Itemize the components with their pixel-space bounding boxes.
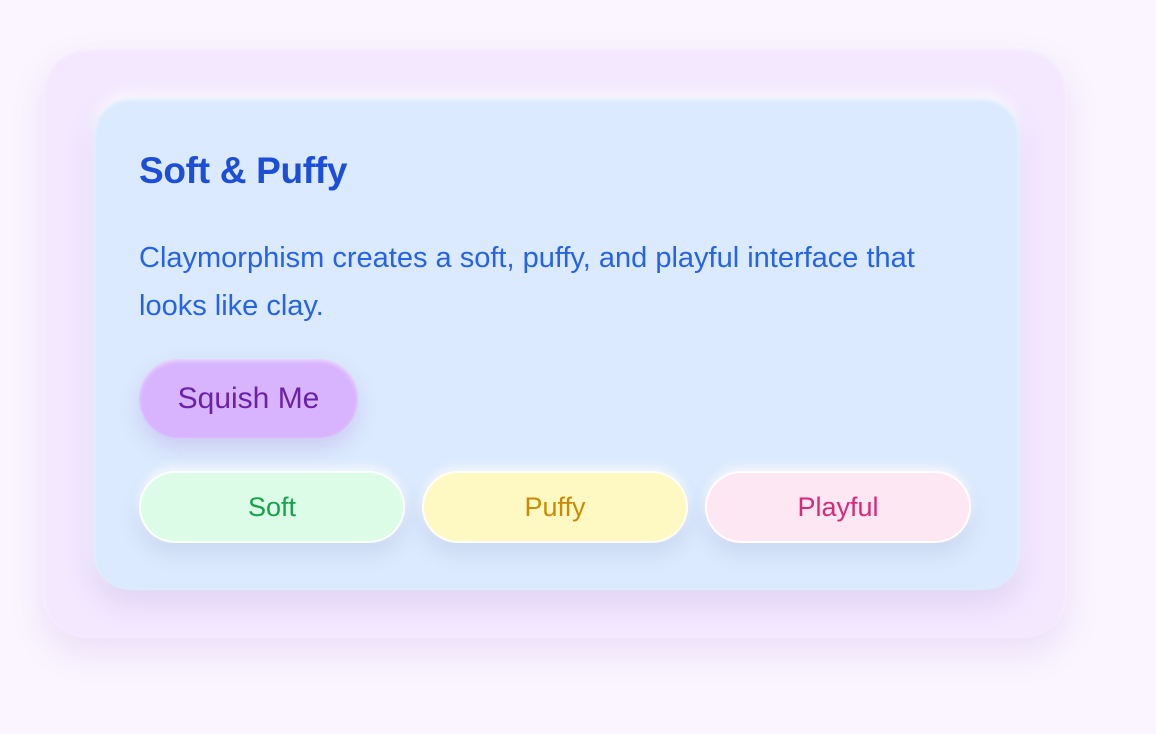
soft-chip[interactable]: Soft bbox=[139, 471, 405, 543]
card-title: Soft & Puffy bbox=[139, 150, 348, 191]
playful-chip[interactable]: Playful bbox=[705, 471, 971, 543]
clay-card: Soft & Puffy Claymorphism creates a soft… bbox=[94, 98, 1019, 590]
squish-me-button[interactable]: Squish Me bbox=[139, 359, 358, 438]
puffy-chip[interactable]: Puffy bbox=[422, 471, 688, 543]
card-description: Claymorphism creates a soft, puffy, and … bbox=[139, 242, 915, 322]
chip-row: Soft Puffy Playful bbox=[139, 471, 971, 543]
